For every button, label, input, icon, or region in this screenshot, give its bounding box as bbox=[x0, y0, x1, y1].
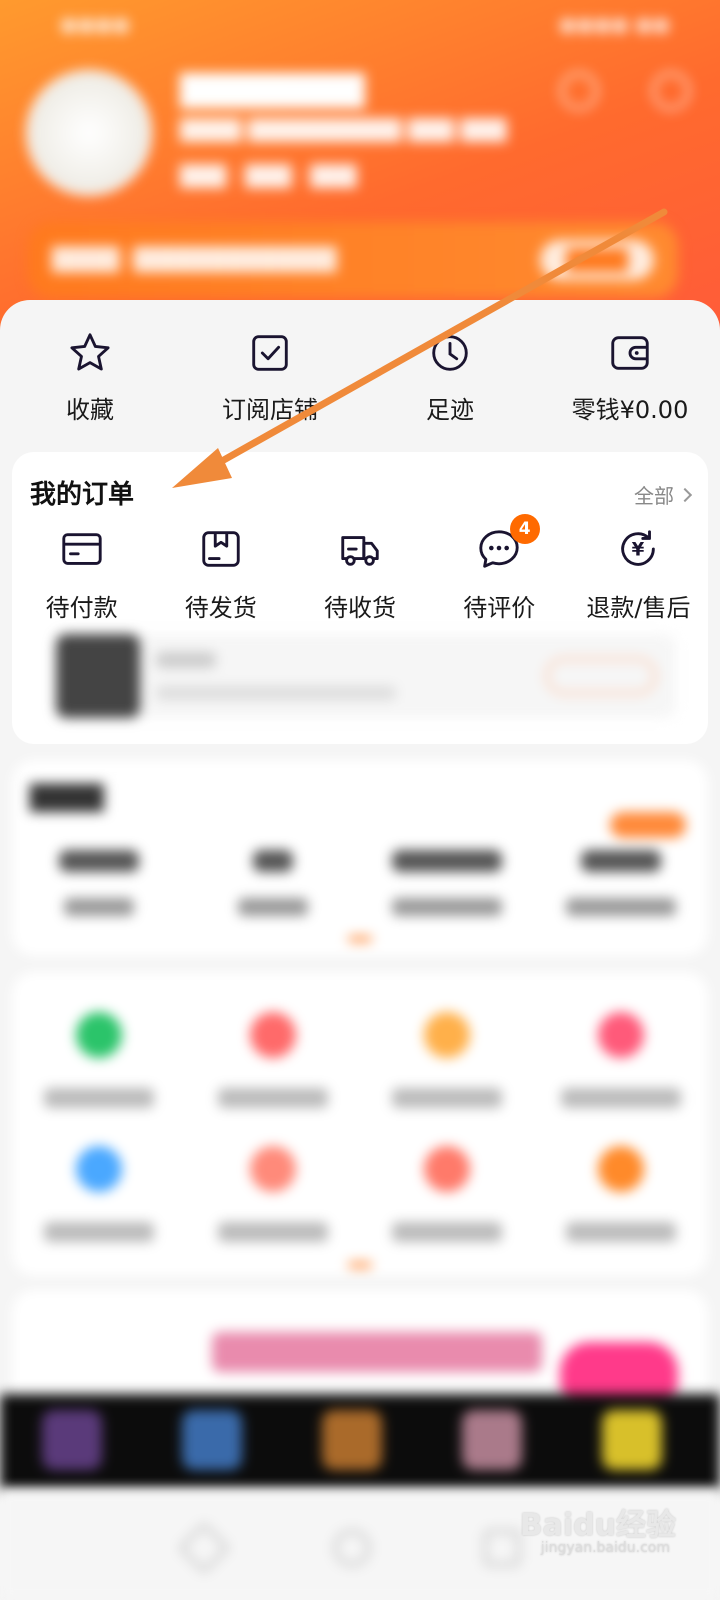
watermark-logo: Baidu经验 bbox=[519, 1508, 676, 1543]
order-status-label: 待发货 bbox=[184, 594, 257, 622]
card-icon bbox=[61, 533, 102, 565]
order-status-pending-review[interactable]: 4 待评价 bbox=[430, 514, 569, 623]
promo-text bbox=[212, 1332, 542, 1372]
unread-count-badge: 4 bbox=[509, 514, 540, 544]
quick-item-favorites[interactable]: 收藏 bbox=[0, 330, 180, 430]
service-item[interactable] bbox=[12, 1012, 186, 1108]
order-status-label: 待收货 bbox=[324, 594, 396, 622]
page-indicator bbox=[348, 1262, 372, 1268]
assets-card: ████ bbox=[12, 760, 708, 956]
quick-item-subscribed-stores[interactable]: 订阅店铺 bbox=[180, 330, 360, 430]
assets-title: ████ bbox=[30, 784, 104, 812]
order-status-label: 退款/售后 bbox=[586, 594, 691, 622]
services-row bbox=[12, 1012, 708, 1108]
quick-item-history[interactable]: 足迹 bbox=[360, 330, 540, 430]
watermark-url: jingyan.baidu.com bbox=[540, 1540, 670, 1556]
asset-item[interactable] bbox=[186, 850, 360, 916]
avatar[interactable] bbox=[26, 70, 152, 196]
asset-item[interactable] bbox=[360, 850, 534, 916]
services-row bbox=[12, 1146, 708, 1242]
tab-item[interactable] bbox=[462, 1410, 522, 1470]
quick-item-label: 订阅店铺 bbox=[222, 396, 318, 424]
service-item[interactable] bbox=[186, 1012, 360, 1108]
message-icon[interactable] bbox=[652, 72, 690, 110]
order-status-label: 待付款 bbox=[45, 594, 118, 622]
settings-icon[interactable] bbox=[560, 72, 598, 110]
status-bar: ●●●● ●●●● ●● bbox=[60, 12, 670, 36]
check-square-icon bbox=[252, 335, 288, 371]
order-preview-detail bbox=[156, 686, 396, 700]
quick-item-wallet[interactable]: 零钱¥0.00 bbox=[540, 330, 720, 430]
yen-refund-icon: ¥ bbox=[621, 530, 656, 566]
svg-text:¥: ¥ bbox=[632, 540, 645, 561]
tab-item[interactable] bbox=[42, 1410, 102, 1470]
order-status-refund-aftersale[interactable]: ¥ 退款/售后 bbox=[569, 526, 708, 623]
service-item[interactable] bbox=[360, 1146, 534, 1242]
user-meta: ████ ██████████ ███ ███ bbox=[180, 118, 507, 142]
box-icon bbox=[202, 531, 240, 567]
tab-item[interactable] bbox=[322, 1410, 382, 1470]
recents-icon[interactable] bbox=[484, 1530, 520, 1566]
star-icon bbox=[70, 333, 110, 371]
quick-item-label: 零钱¥0.00 bbox=[571, 396, 689, 424]
user-stats: ███ · ███ · ███ bbox=[180, 164, 357, 188]
orders-card: 我的订单 全部 待付款 待发货 待收货 4 待评价 ¥ 退款/售后 bbox=[12, 452, 708, 744]
order-status-label: 待评价 bbox=[463, 594, 536, 622]
order-status-row: 待付款 待发货 待收货 4 待评价 ¥ 退款/售后 bbox=[12, 514, 708, 623]
orders-view-all-label: 全部 bbox=[634, 484, 674, 508]
service-item[interactable] bbox=[360, 1012, 534, 1108]
quick-access-row: 收藏 订阅店铺 足迹 零钱¥0.00 bbox=[0, 330, 720, 430]
page-indicator bbox=[348, 936, 372, 942]
order-status-pending-receipt[interactable]: 待收货 bbox=[290, 526, 429, 623]
vip-banner[interactable]: ████ ·████████████ ████ bbox=[28, 222, 678, 298]
asset-item[interactable] bbox=[534, 850, 708, 916]
quick-item-label: 足迹 bbox=[426, 396, 474, 424]
assets-row bbox=[12, 850, 708, 916]
truck-icon bbox=[341, 536, 379, 566]
service-item[interactable] bbox=[534, 1012, 708, 1108]
quick-item-label: 收藏 bbox=[66, 396, 114, 424]
vip-banner-text: ████ ·████████████ bbox=[52, 247, 337, 273]
asset-item[interactable] bbox=[12, 850, 186, 916]
order-thumbnail bbox=[56, 634, 140, 718]
tab-item[interactable] bbox=[602, 1410, 662, 1470]
order-preview-status bbox=[156, 652, 216, 668]
services-grid bbox=[12, 972, 708, 1276]
back-icon[interactable] bbox=[178, 1522, 230, 1574]
clock-icon bbox=[432, 335, 468, 371]
service-item[interactable] bbox=[186, 1146, 360, 1242]
tab-item[interactable] bbox=[182, 1410, 242, 1470]
order-status-pending-payment[interactable]: 待付款 bbox=[12, 526, 151, 623]
order-preview-button[interactable] bbox=[546, 658, 656, 694]
vip-banner-button[interactable]: ████ bbox=[540, 240, 654, 280]
recent-order-preview[interactable] bbox=[56, 634, 676, 718]
order-status-pending-shipment[interactable]: 待发货 bbox=[151, 526, 290, 623]
home-icon[interactable] bbox=[334, 1530, 370, 1566]
user-name: ████████ bbox=[180, 74, 365, 109]
header-icons bbox=[560, 72, 690, 110]
service-item[interactable] bbox=[534, 1146, 708, 1242]
wallet-icon bbox=[611, 336, 649, 370]
promo-tag bbox=[610, 812, 686, 838]
orders-title: 我的订单 bbox=[30, 480, 135, 510]
orders-view-all-link[interactable]: 全部 bbox=[634, 480, 693, 509]
service-item[interactable] bbox=[12, 1146, 186, 1242]
chevron-right-icon bbox=[677, 487, 693, 502]
bottom-tab-bar bbox=[0, 1394, 720, 1490]
